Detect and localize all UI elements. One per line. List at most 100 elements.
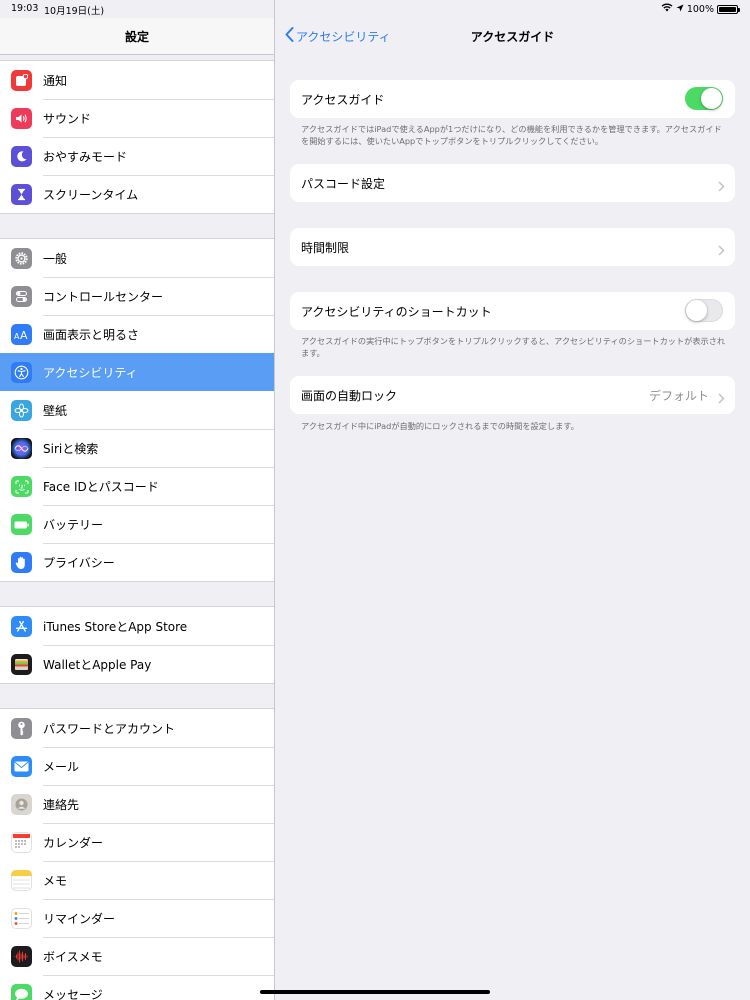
sidebar-item-label: メモ [43, 874, 68, 888]
sidebar-group-2: 一般 コントロールセンター AA 画面表示と明るさ アクセシビリティ 壁紙 Si… [0, 238, 274, 582]
sidebar-item-wallet[interactable]: WalletとApple Pay [0, 645, 274, 683]
sidebar-item-notes[interactable]: メモ [0, 861, 274, 899]
sidebar-item-label: おやすみモード [43, 150, 128, 164]
sidebar-item-control-center[interactable]: コントロールセンター [0, 277, 274, 315]
accessibility-shortcut-description: アクセスガイドの実行中にトップボタンをトリプルクリックすると、アクセシビリティの… [301, 336, 726, 358]
sidebar-title: 設定 [124, 30, 149, 44]
siri-icon [11, 438, 32, 459]
sidebar-item-label: バッテリー [43, 518, 104, 532]
sidebar-item-calendar[interactable]: カレンダー [0, 823, 274, 861]
chevron-right-icon [718, 389, 725, 408]
time-limits-row[interactable]: 時間制限 [290, 228, 735, 266]
sidebar-item-label: ボイスメモ [43, 950, 103, 964]
guided-access-label: アクセスガイド [301, 93, 385, 107]
app-store-icon [11, 616, 32, 637]
sidebar-item-sound[interactable]: サウンド [0, 99, 274, 137]
auto-lock-row[interactable]: 画面の自動ロック デフォルト [290, 376, 735, 414]
sidebar-item-contacts[interactable]: 連絡先 [0, 785, 274, 823]
gear-icon [11, 248, 32, 269]
sidebar-header: 設定 [0, 18, 274, 55]
sidebar-item-general[interactable]: 一般 [0, 239, 274, 277]
flower-icon [11, 400, 32, 421]
sidebar-item-wallpaper[interactable]: 壁紙 [0, 391, 274, 429]
sidebar-item-label: サウンド [43, 112, 92, 126]
wifi-icon [661, 3, 673, 15]
sidebar-item-label: Face IDとパスコード [43, 480, 159, 494]
voice-memo-icon [11, 946, 32, 967]
switches-icon [11, 286, 32, 307]
battery-fill [719, 6, 736, 12]
sidebar-item-label: コントロールセンター [43, 290, 164, 304]
battery-icon [11, 514, 32, 535]
sidebar-item-battery[interactable]: バッテリー [0, 505, 274, 543]
sidebar-item-messages[interactable]: メッセージ [0, 975, 274, 1000]
guided-access-toggle[interactable] [685, 87, 723, 110]
guided-access-row: アクセスガイド [290, 80, 735, 118]
passcode-settings-row[interactable]: パスコード設定 [290, 164, 735, 202]
page-title: アクセスガイド [470, 30, 555, 44]
messages-icon [11, 984, 32, 1000]
sidebar-group-4: パスワードとアカウント メール 連絡先 カレンダー メモ リマインダー ボイスメ… [0, 708, 274, 1000]
home-indicator[interactable] [260, 990, 490, 994]
hourglass-icon [11, 184, 32, 205]
sidebar-item-label: メッセージ [43, 988, 103, 1000]
mail-icon [11, 756, 32, 777]
sidebar-item-label: 連絡先 [43, 798, 80, 812]
toggle-knob [686, 300, 707, 321]
sidebar-item-do-not-disturb[interactable]: おやすみモード [0, 137, 274, 175]
face-id-icon [11, 476, 32, 497]
time-limits-label: 時間制限 [301, 241, 350, 255]
accessibility-shortcut-label: アクセシビリティのショートカット [301, 305, 492, 319]
auto-lock-label: 画面の自動ロック [301, 389, 398, 403]
sidebar-item-label: スクリーンタイム [43, 188, 139, 202]
sidebar-item-voice-memos[interactable]: ボイスメモ [0, 937, 274, 975]
sidebar-item-label: カレンダー [43, 836, 104, 850]
status-date: 10月19日(土) [44, 6, 105, 17]
sidebar-item-itunes-app-store[interactable]: iTunes StoreとApp Store [0, 607, 274, 645]
sidebar-item-accessibility[interactable]: アクセシビリティ [0, 353, 274, 391]
accessibility-shortcut-toggle[interactable] [685, 299, 723, 322]
sidebar-item-label: 一般 [43, 252, 68, 266]
sidebar-item-notifications[interactable]: 通知 [0, 61, 274, 99]
key-icon [11, 718, 32, 739]
sidebar-item-label: WalletとApple Pay [43, 658, 152, 672]
settings-sidebar: 設定 通知 サウンド おやすみモード スクリーンタイム 一般 コントロールセンタ… [0, 0, 275, 1000]
text-size-icon: AA [11, 324, 32, 345]
sidebar-item-label: iTunes StoreとApp Store [43, 620, 188, 634]
battery-percent: 100% [686, 3, 714, 15]
notes-icon [11, 870, 32, 891]
sidebar-item-display-brightness[interactable]: AA 画面表示と明るさ [0, 315, 274, 353]
sidebar-item-passwords-accounts[interactable]: パスワードとアカウント [0, 709, 274, 747]
sidebar-item-label: Siriと検索 [43, 442, 99, 456]
accessibility-icon [11, 362, 32, 383]
chevron-right-icon [718, 241, 725, 260]
sidebar-item-siri-search[interactable]: Siriと検索 [0, 429, 274, 467]
sidebar-item-screen-time[interactable]: スクリーンタイム [0, 175, 274, 213]
reminders-icon [11, 908, 32, 929]
sidebar-item-label: リマインダー [43, 912, 116, 926]
sound-icon [11, 108, 32, 129]
sidebar-item-face-id[interactable]: Face IDとパスコード [0, 467, 274, 505]
sidebar-item-label: 壁紙 [43, 404, 68, 418]
sidebar-item-label: パスワードとアカウント [43, 722, 176, 736]
passcode-settings-label: パスコード設定 [301, 177, 386, 191]
status-indicators: 100% [661, 3, 740, 15]
sidebar-group-3: iTunes StoreとApp Store WalletとApple Pay [0, 606, 274, 684]
auto-lock-value: デフォルト [648, 389, 709, 403]
sidebar-item-privacy[interactable]: プライバシー [0, 543, 274, 581]
sidebar-item-label: 画面表示と明るさ [43, 328, 140, 342]
sidebar-item-label: プライバシー [43, 556, 115, 570]
detail-pane: アクセシビリティ アクセスガイド アクセスガイド アクセスガイドではiPadで使… [275, 0, 750, 1000]
status-bar: 19:03 10月19日(土) 100% [0, 0, 750, 18]
guided-access-description: アクセスガイドではiPadで使えるAppが1つだけになり、どの機能を利用できるか… [301, 124, 722, 146]
sidebar-item-reminders[interactable]: リマインダー [0, 899, 274, 937]
auto-lock-description: アクセスガイド中にiPadが自動的にロックされるまでの時間を設定します。 [301, 421, 579, 431]
sidebar-group-1: 通知 サウンド おやすみモード スクリーンタイム [0, 60, 274, 214]
battery-indicator-icon [717, 4, 740, 14]
navigation-bar: アクセシビリティ アクセスガイド [275, 18, 750, 54]
contacts-icon [11, 794, 32, 815]
hand-icon [11, 552, 32, 573]
notifications-icon [11, 70, 32, 91]
sidebar-item-mail[interactable]: メール [0, 747, 274, 785]
location-arrow-icon [676, 4, 684, 15]
